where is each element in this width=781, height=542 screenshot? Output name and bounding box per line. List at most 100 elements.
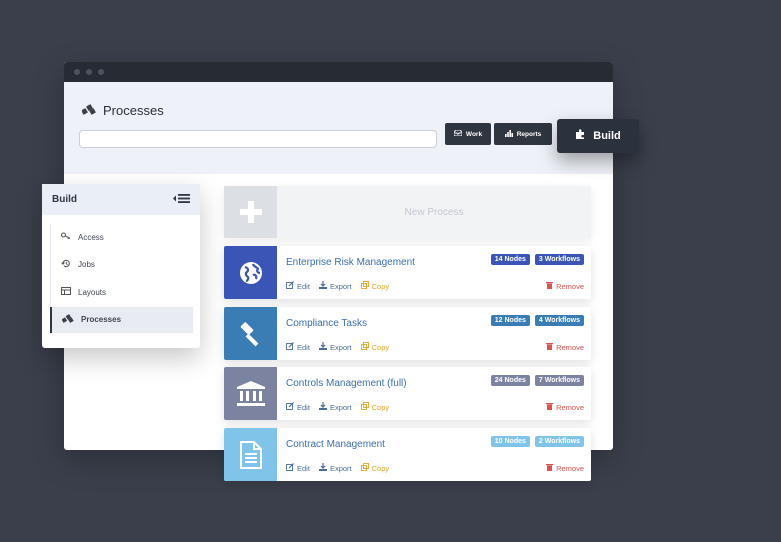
window-titlebar — [64, 62, 613, 82]
copy-button[interactable]: Copy — [360, 402, 390, 412]
copy-label: Copy — [371, 281, 390, 291]
copy-icon — [360, 402, 369, 412]
remove-button[interactable]: Remove — [546, 402, 584, 412]
document-icon — [224, 428, 277, 481]
process-name[interactable]: Controls Management (full) — [286, 378, 407, 389]
export-button[interactable]: Export — [318, 281, 352, 291]
remove-label: Remove — [556, 402, 584, 412]
export-label: Export — [329, 463, 352, 473]
reports-button[interactable]: Reports — [494, 123, 552, 145]
process-card: Compliance Tasks 12 Nodes 4 Workflows Ed… — [224, 307, 591, 360]
process-name[interactable]: Compliance Tasks — [286, 318, 367, 329]
sidebar-item-jobs[interactable]: Jobs — [51, 252, 193, 278]
export-label: Export — [329, 402, 352, 412]
bar-chart-icon — [504, 129, 513, 139]
sidebar-item-label: Jobs — [78, 260, 95, 269]
remove-button[interactable]: Remove — [546, 342, 584, 352]
workflows-badge: 4 Workflows — [534, 315, 584, 326]
copy-icon — [360, 463, 369, 473]
remove-label: Remove — [556, 281, 584, 291]
sidebar-item-label: Access — [78, 232, 104, 242]
copy-label: Copy — [371, 342, 390, 352]
edit-button[interactable]: Edit — [286, 402, 310, 412]
collapse-menu-icon[interactable] — [173, 193, 191, 207]
edit-button[interactable]: Edit — [286, 281, 310, 291]
pencil-icon — [286, 402, 294, 412]
sidebar-item-label: Layouts — [78, 287, 107, 297]
process-card: Contract Management 10 Nodes 2 Workflows… — [224, 428, 591, 481]
puzzle-icon — [575, 129, 586, 143]
nodes-badge: 24 Nodes — [490, 375, 530, 386]
history-icon — [61, 259, 71, 270]
work-button[interactable]: Work — [445, 123, 491, 145]
key-icon — [60, 232, 71, 242]
inbox-icon — [453, 129, 463, 138]
download-icon — [318, 402, 327, 412]
sidebar-title: Build — [52, 194, 77, 205]
search-input[interactable] — [79, 130, 437, 148]
page-header: Processes Work Reports — [64, 82, 613, 174]
export-label: Export — [329, 281, 352, 291]
remove-label: Remove — [556, 463, 584, 473]
download-icon — [318, 463, 327, 473]
workflows-badge: 2 Workflows — [534, 436, 584, 447]
export-label: Export — [329, 342, 352, 352]
processes-icon — [61, 314, 74, 325]
build-button-label: Build — [593, 130, 621, 142]
nodes-badge: 10 Nodes — [490, 436, 530, 447]
trash-icon — [546, 402, 554, 412]
copy-icon — [360, 281, 369, 291]
sidebar-item-layouts[interactable]: Layouts — [51, 279, 193, 305]
workflows-badge: 7 Workflows — [534, 375, 584, 386]
process-name[interactable]: Contract Management — [286, 439, 385, 450]
window-dot[interactable] — [86, 69, 92, 75]
nodes-badge: 14 Nodes — [490, 254, 530, 265]
work-button-label: Work — [465, 130, 483, 138]
sidebar-item-processes[interactable]: Processes — [50, 306, 193, 333]
nodes-badge: 12 Nodes — [490, 315, 530, 326]
trash-icon — [546, 463, 554, 473]
remove-label: Remove — [556, 342, 584, 352]
plus-icon — [224, 186, 277, 238]
build-button[interactable]: Build — [557, 119, 639, 153]
window-dot[interactable] — [98, 69, 104, 75]
trash-icon — [546, 342, 554, 352]
copy-label: Copy — [371, 402, 390, 412]
workflows-badge: 3 Workflows — [534, 254, 584, 265]
new-process-card[interactable]: New Process — [224, 186, 591, 238]
copy-button[interactable]: Copy — [360, 342, 390, 352]
pencil-icon — [286, 463, 294, 473]
page-title-text: Processes — [103, 103, 164, 118]
sidebar-nav: Access Jobs Layouts Processes — [50, 224, 193, 334]
sidebar-header: Build — [42, 184, 200, 215]
download-icon — [318, 342, 327, 352]
remove-button[interactable]: Remove — [546, 281, 584, 291]
layout-icon — [61, 287, 71, 297]
sidebar-item-access[interactable]: Access — [51, 224, 193, 250]
process-card: Controls Management (full) 24 Nodes 7 Wo… — [224, 367, 591, 420]
gavel-icon — [224, 307, 277, 360]
process-name[interactable]: Enterprise Risk Management — [286, 257, 415, 268]
download-icon — [318, 281, 327, 291]
copy-label: Copy — [371, 463, 390, 473]
export-button[interactable]: Export — [318, 463, 352, 473]
sidebar-item-label: Processes — [81, 315, 122, 324]
edit-label: Edit — [297, 281, 310, 291]
pencil-icon — [286, 281, 294, 291]
globe-icon — [224, 246, 277, 299]
window-dot[interactable] — [74, 69, 80, 75]
remove-button[interactable]: Remove — [546, 463, 584, 473]
processes-icon — [81, 103, 96, 118]
edit-label: Edit — [297, 463, 310, 473]
process-card: Enterprise Risk Management 14 Nodes 3 Wo… — [224, 246, 591, 299]
edit-label: Edit — [297, 402, 310, 412]
export-button[interactable]: Export — [318, 342, 352, 352]
export-button[interactable]: Export — [318, 402, 352, 412]
bank-icon — [224, 367, 277, 420]
reports-button-label: Reports — [516, 130, 542, 138]
copy-button[interactable]: Copy — [360, 281, 390, 291]
sidebar: Build Access Jobs Layouts Processes — [42, 184, 200, 348]
edit-button[interactable]: Edit — [286, 463, 310, 473]
copy-button[interactable]: Copy — [360, 463, 390, 473]
edit-button[interactable]: Edit — [286, 342, 310, 352]
